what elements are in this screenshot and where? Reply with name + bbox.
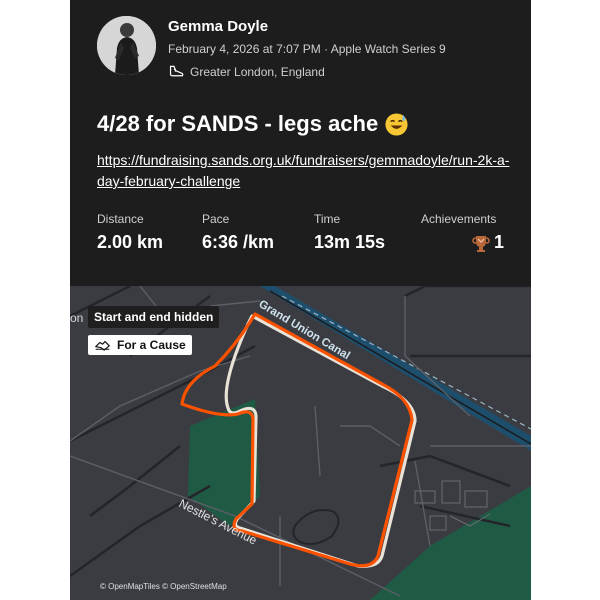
stat-pace-value: 6:36 /km	[202, 232, 275, 252]
avatar[interactable]	[97, 16, 156, 75]
start-end-hidden-badge: Start and end hidden	[88, 306, 220, 328]
activity-meta: February 4, 2026 at 7:07 PM · Apple Watc…	[168, 42, 446, 56]
stat-achievements[interactable]: Achievements 1	[421, 212, 504, 253]
map-edge-text: on	[70, 311, 84, 325]
trophy-icon	[471, 233, 491, 253]
map-attribution[interactable]: © OpenMapTiles © OpenStreetMap	[100, 582, 227, 591]
stat-distance-label: Distance	[97, 212, 144, 226]
stat-achievements-value: 1	[494, 232, 505, 252]
stat-achievements-value-row: 1	[471, 232, 504, 253]
shoe-icon	[168, 63, 185, 80]
for-a-cause-label: For a Cause	[117, 338, 186, 352]
map-canvas: Grand Union Canal Nestle's Avenue	[70, 286, 531, 600]
stat-time: Time 13m 15s	[314, 212, 385, 253]
stat-achievements-label: Achievements	[421, 212, 497, 226]
sweat-smile-emoji-icon	[384, 112, 409, 137]
location-row: Greater London, England	[168, 63, 325, 80]
stat-pace: Pace 6:36 /km	[202, 212, 274, 253]
for-a-cause-badge[interactable]: For a Cause	[88, 335, 192, 355]
location-text: Greater London, England	[190, 64, 325, 79]
athlete-name[interactable]: Gemma Doyle	[168, 18, 268, 35]
stat-distance-value: 2.00 km	[97, 232, 164, 252]
handshake-icon	[94, 338, 111, 352]
stat-time-value: 13m 15s	[314, 232, 386, 252]
activity-card: Gemma Doyle February 4, 2026 at 7:07 PM …	[70, 0, 531, 600]
stat-time-label: Time	[314, 212, 341, 226]
fundraising-link[interactable]: https://fundraising.sands.org.uk/fundrai…	[97, 150, 517, 192]
stats-row: Distance 2.00 km Pace 6:36 /km Time 13m …	[97, 212, 507, 262]
activity-title[interactable]: 4/28 for SANDS - legs ache	[97, 111, 409, 137]
stat-distance: Distance 2.00 km	[97, 212, 163, 253]
route-map[interactable]: Grand Union Canal Nestle's Avenue on Sta…	[70, 286, 531, 600]
activity-title-text: 4/28 for SANDS - legs ache	[97, 111, 379, 136]
stat-pace-label: Pace	[202, 212, 230, 226]
